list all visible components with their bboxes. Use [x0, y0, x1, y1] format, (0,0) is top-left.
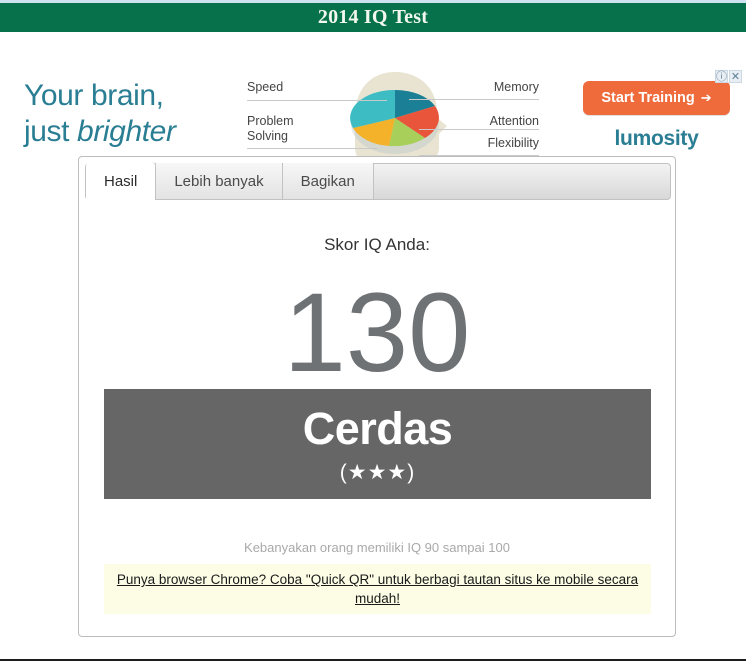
advertisement-banner[interactable]: Your brain, just brighter Speed Problem …: [0, 32, 746, 162]
label-memory: Memory: [493, 80, 539, 94]
leader-line-memory: [409, 99, 539, 100]
label-problem-solving-line2: Solving: [247, 129, 288, 143]
leader-line-attention: [419, 129, 539, 130]
tab-lebih-banyak-label: Lebih banyak: [174, 172, 264, 190]
label-attention: Attention: [489, 114, 539, 128]
tab-lebih-banyak[interactable]: Lebih banyak: [156, 163, 283, 199]
leader-line-speed: [247, 100, 387, 101]
results-card: Hasil Lebih banyak Bagikan Skor IQ Anda:…: [78, 156, 676, 637]
ad-slogan: Your brain, just brighter: [24, 78, 176, 150]
start-training-button[interactable]: Start Training ➔: [583, 81, 730, 115]
tab-bagikan[interactable]: Bagikan: [282, 163, 374, 199]
score-label: Skor IQ Anda:: [324, 235, 430, 254]
ad-slogan-line2-plain: just: [24, 115, 78, 148]
quick-qr-notice[interactable]: Punya browser Chrome? Coba "Quick QR" un…: [104, 564, 651, 614]
ad-slogan-line2-italic: brighter: [77, 115, 176, 148]
brain-pie-diagram: Speed Problem Solving Memory Attention F…: [243, 68, 543, 166]
bottom-divider: [0, 659, 746, 661]
lumosity-brand-logo: lumosity: [614, 127, 699, 150]
average-iq-note: Kebanyakan orang memiliki IQ 90 sampai 1…: [244, 540, 510, 555]
close-ad-icon[interactable]: ✕: [729, 70, 742, 83]
star-rating: (★★★): [339, 460, 416, 484]
tab-hasil[interactable]: Hasil: [86, 162, 157, 200]
label-problem-solving: Problem Solving: [247, 114, 294, 144]
quick-qr-link[interactable]: Punya browser Chrome? Coba "Quick QR" un…: [117, 572, 638, 606]
verdict-banner: Cerdas (★★★): [104, 389, 651, 499]
tab-hasil-label: Hasil: [104, 172, 138, 190]
tab-bagikan-label: Bagikan: [300, 172, 355, 190]
start-training-label: Start Training: [601, 90, 695, 106]
page-header-bar: 2014 IQ Test: [0, 3, 746, 32]
iq-score-value: 130: [283, 270, 471, 395]
brain-diagram-labels: Speed Problem Solving Memory Attention F…: [243, 68, 543, 166]
page-title: 2014 IQ Test: [317, 6, 429, 28]
label-problem-solving-line1: Problem: [247, 114, 294, 128]
adchoices-controls[interactable]: ⓘ ✕: [715, 70, 742, 83]
leader-line-problem-solving: [247, 148, 377, 149]
adchoices-info-icon[interactable]: ⓘ: [715, 70, 728, 83]
verdict-title: Cerdas: [302, 402, 453, 454]
label-speed: Speed: [247, 80, 284, 94]
ad-slogan-line1: Your brain,: [24, 79, 164, 112]
tab-bar: Hasil Lebih banyak Bagikan: [85, 162, 671, 200]
arrow-right-icon: ➔: [700, 90, 712, 105]
label-flexibility: Flexibility: [487, 136, 539, 150]
